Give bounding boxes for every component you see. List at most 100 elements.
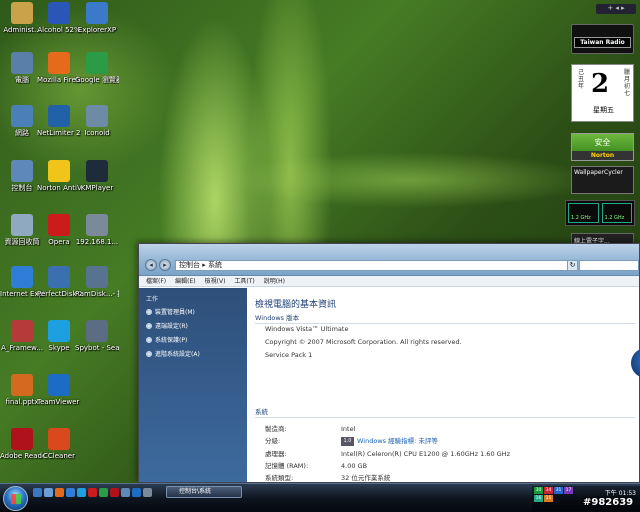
iconoid-icon	[86, 105, 108, 127]
taskbar: 控制台\系統 30 34 31 17 16 15 下午 01:53	[0, 483, 640, 512]
switch-windows-icon[interactable]	[44, 488, 53, 497]
service-pack: Service Pack 1	[265, 351, 313, 359]
taiwan-radio-gadget[interactable]: Taiwan Radio	[571, 24, 634, 54]
internet-explorer-icon	[11, 266, 33, 288]
task-link[interactable]: 裝置管理員(M)	[146, 307, 240, 316]
desktop-icon[interactable]: ExplorerXP	[75, 2, 119, 34]
powerpoint-icon	[11, 374, 33, 396]
ccleaner-icon	[48, 428, 70, 450]
desktop-icon-label: KMPlayer	[80, 184, 114, 192]
task-link[interactable]: 遠端設定(R)	[146, 321, 240, 330]
tray-temperature-icon[interactable]: 30	[534, 487, 543, 494]
task-link-label: 進階系統設定(A)	[155, 351, 200, 358]
tray-icons: 30 34 31 17 16 15	[534, 487, 573, 502]
task-link-label: 遠端設定(R)	[155, 323, 188, 330]
recycle-bin-icon	[11, 214, 33, 236]
address-bar[interactable]: 控制台 ▸ 系統	[175, 260, 575, 271]
system-property-row: 系統類型: 32 位元作業系統	[265, 472, 390, 482]
system-property-row: 製造商: Intel	[265, 423, 355, 433]
desktop-icon[interactable]: CCleaner	[37, 428, 81, 460]
internet-explorer-icon[interactable]	[66, 488, 75, 497]
menu-item[interactable]: 檢視(V)	[205, 276, 226, 286]
clock[interactable]: 下午 01:53	[605, 488, 636, 497]
system-property-row: 記憶體 (RAM): 4.00 GB	[265, 460, 367, 470]
calendar-weekday: 星期五	[593, 106, 614, 114]
menu-item[interactable]: 檔案(F)	[146, 276, 166, 286]
shield-icon	[146, 336, 152, 343]
search-input[interactable]	[579, 260, 639, 271]
skype-icon[interactable]	[77, 488, 86, 497]
property-key: 製造商:	[265, 425, 287, 433]
chrome-icon	[86, 52, 108, 74]
desktop-icon-label: TeamViewer 4	[37, 398, 81, 406]
radio-title: Taiwan Radio	[574, 37, 631, 48]
refresh-icon[interactable]: ↻	[567, 260, 578, 271]
desktop-icon[interactable]: KMPlayer	[75, 160, 119, 192]
gadget-sidebar-controls[interactable]: + ◂ ▸	[596, 4, 636, 14]
cpu-core-1: 1.2 GHz	[568, 203, 599, 223]
tray-temperature-icon[interactable]: 31	[554, 487, 563, 494]
menu-item[interactable]: 工具(T)	[234, 276, 254, 286]
teamviewer-icon[interactable]	[132, 488, 141, 497]
user-folder-icon	[11, 2, 33, 24]
desktop-icon[interactable]: Spybot - Search ...	[75, 320, 119, 352]
tray-temperature-icon[interactable]: 17	[564, 487, 573, 494]
address-path: 控制台 ▸ 系統	[179, 261, 222, 269]
teamviewer-icon	[48, 374, 70, 396]
window-titlebar[interactable]: ◂ ▸ 控制台 ▸ 系統 ↻	[139, 244, 639, 276]
desktop-icon-label: Iconoid	[84, 129, 110, 137]
menu-item[interactable]: 編輯(E)	[175, 276, 195, 286]
norton-gadget[interactable]: 安全 Norton	[571, 133, 634, 161]
tray-temperature-icon[interactable]: 15	[544, 495, 553, 502]
forward-button[interactable]: ▸	[159, 259, 171, 271]
calendar-lunar-year: 己丑年	[578, 69, 585, 90]
control-panel-icon[interactable]	[121, 488, 130, 497]
kmplayer-icon	[86, 160, 108, 182]
task-pane-title: 工作	[146, 296, 159, 303]
tray-temperature-icon[interactable]: 34	[544, 487, 553, 494]
menu-item[interactable]: 說明(H)	[264, 276, 285, 286]
computer-icon	[11, 52, 33, 74]
show-desktop-icon[interactable]	[33, 488, 42, 497]
wallpaper-cycler-gadget[interactable]: WallpaperCycler	[571, 166, 634, 194]
start-button[interactable]	[3, 486, 28, 511]
desktop-icon[interactable]: Google 瀏覽器	[75, 52, 119, 84]
norton-status: 安全	[594, 138, 611, 147]
shield-icon	[146, 308, 152, 315]
control-panel-icon	[11, 160, 33, 182]
quick-launch	[33, 488, 152, 498]
tray-temperature-icon[interactable]: 16	[534, 495, 543, 502]
back-button[interactable]: ◂	[145, 259, 157, 271]
property-key: 系統類型:	[265, 474, 294, 482]
alcohol-52-icon	[48, 2, 70, 24]
task-pane: 工作 裝置管理員(M) 遠端設定(R) 系統保護(P) 進階系統設定(A)	[139, 288, 247, 482]
media-icon[interactable]	[143, 488, 152, 497]
windows-logo-icon	[631, 348, 640, 378]
task-link[interactable]: 進階系統設定(A)	[146, 349, 240, 358]
shield-icon	[146, 322, 152, 329]
task-link[interactable]: 系統保護(P)	[146, 335, 240, 344]
desktop-icon[interactable]: RamDisk...- 捷徑	[75, 266, 119, 298]
opera-icon[interactable]	[88, 488, 97, 497]
cpu-core-2: 1.2 GHz	[601, 203, 632, 223]
network-drive-icon	[86, 214, 108, 236]
system-info-content: 檢視電腦的基本資訊 Windows 版本 Windows Vista™ Ulti…	[255, 288, 640, 482]
network-icon	[11, 105, 33, 127]
adobe-reader-icon[interactable]	[110, 488, 119, 497]
desktop-icon-label: ExplorerXP	[77, 26, 117, 34]
wallpaper-title: WallpaperCycler	[574, 169, 623, 176]
firefox-icon[interactable]	[55, 488, 64, 497]
property-key: 分級:	[265, 437, 281, 445]
experience-index-link[interactable]: Windows 經驗指標: 未評等	[357, 437, 438, 445]
taskbar-button-system[interactable]: 控制台\系統	[166, 486, 242, 498]
desktop-icon[interactable]: 192.168.1...	[75, 214, 119, 246]
skype-icon	[48, 320, 70, 342]
rating-badge: 1.0	[341, 436, 354, 446]
desktop-icon[interactable]: TeamViewer 4	[37, 374, 81, 406]
calendar-gadget[interactable]: 己丑年 2 星期五 臘月初七	[571, 64, 634, 122]
calendar-day: 2	[591, 69, 610, 99]
desktop-icon-label: Google 瀏覽器	[75, 76, 119, 84]
chrome-icon[interactable]	[99, 488, 108, 497]
page-title: 檢視電腦的基本資訊	[255, 300, 337, 310]
desktop-icon[interactable]: Iconoid	[75, 105, 119, 137]
